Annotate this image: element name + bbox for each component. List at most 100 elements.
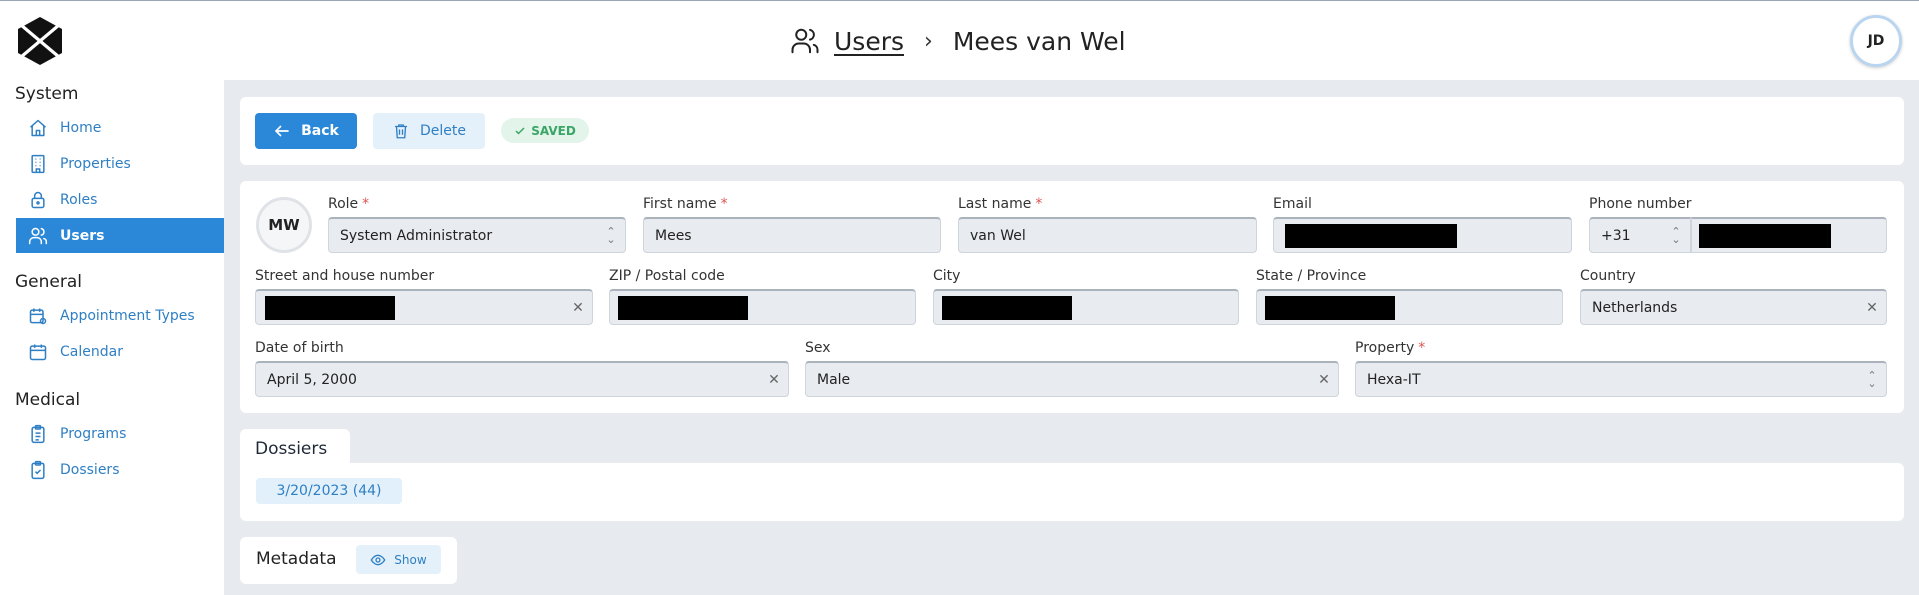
eye-icon [370,554,386,565]
property-value: Hexa-IT [1367,371,1421,388]
sidebar-item-label: Programs [60,425,127,442]
lock-icon [31,191,45,208]
role-value: System Administrator [340,227,493,244]
clear-icon[interactable]: ✕ [1310,372,1338,388]
sidebar-item-label: Properties [60,155,131,172]
user-form-avatar[interactable]: MW [256,197,312,253]
trash-icon [395,124,407,139]
property-select[interactable]: Hexa-IT ⌃ ⌄ [1355,361,1887,397]
metadata-title: Metadata [256,549,337,569]
redacted-zip [618,295,748,320]
sidebar-item-properties[interactable]: Properties [16,146,224,181]
sidebar-item-users[interactable]: Users [16,218,224,253]
dob-label: Date of birth [255,340,344,356]
clear-icon[interactable]: ✕ [760,372,788,388]
check-icon [515,126,525,135]
sidebar-item-dossiers[interactable]: Dossiers [16,452,224,487]
last-name-input[interactable]: van Wel [958,217,1257,253]
street-input[interactable]: ✕ [255,289,593,325]
first-name-label: First name * [643,196,728,212]
user-avatar[interactable]: JD [1850,15,1902,67]
last-name-label: Last name * [958,196,1043,212]
sidebar-item-label: Appointment Types [60,307,195,324]
app-logo[interactable] [18,17,62,65]
calendar-gear-icon [29,308,47,324]
delete-button[interactable]: Delete [373,113,485,149]
delete-button-label: Delete [420,123,466,139]
sidebar-item-appointment-types[interactable]: Appointment Types [16,298,224,333]
breadcrumb-separator: › [924,28,933,54]
breadcrumb-users-link[interactable]: Users [834,27,904,56]
sidebar-item-calendar[interactable]: Calendar [16,334,224,369]
saved-status-badge: SAVED [501,118,589,143]
role-label: Role * [328,196,370,212]
city-label: City [933,268,961,284]
redacted-state [1265,295,1395,320]
phone-country-code-value: +31 [1601,227,1631,244]
sidebar-item-label: Users [60,227,105,244]
select-arrows-icon: ⌃ ⌄ [606,224,616,246]
dob-value: April 5, 2000 [267,371,357,388]
sex-label: Sex [805,340,831,356]
country-select[interactable]: Netherlands ✕ [1580,289,1887,325]
clear-icon[interactable]: ✕ [564,300,592,316]
dossiers-tab[interactable]: Dossiers [240,429,350,465]
phone-country-code-select[interactable]: +31 ⌃ ⌄ [1589,217,1691,253]
sidebar-item-label: Roles [60,191,98,208]
page-title: Mees van Wel [952,26,1126,56]
email-label: Email [1273,196,1312,212]
sidebar-item-label: Calendar [60,343,123,360]
sidebar-heading-general: General [15,272,82,292]
redacted-city [942,295,1072,320]
select-arrows-icon: ⌃ ⌄ [1671,224,1681,246]
sidebar: System Home Properties Roles Users Gener… [0,80,224,595]
redacted-phone-number [1699,223,1831,248]
country-label: Country [1580,268,1636,284]
clear-icon[interactable]: ✕ [1858,300,1886,316]
email-input[interactable] [1273,217,1572,253]
clipboard-check-icon [31,460,45,479]
redacted-email [1285,223,1457,248]
phone-number-label: Phone number [1589,196,1692,212]
back-button-label: Back [301,123,339,139]
dossier-item[interactable]: 3/20/2023 (44) [256,478,402,504]
toolbar-card [240,97,1904,165]
metadata-show-button[interactable]: Show [356,545,441,574]
top-bar: Users › Mees van Wel JD [0,0,1919,80]
dossiers-card [240,463,1904,521]
dob-input[interactable]: April 5, 2000 ✕ [255,361,789,397]
phone-number-input[interactable] [1691,217,1887,253]
users-icon [28,227,48,244]
redacted-street [265,295,395,320]
sidebar-item-programs[interactable]: Programs [16,416,224,451]
sidebar-item-label: Home [60,119,102,136]
sidebar-item-roles[interactable]: Roles [16,182,224,217]
back-button[interactable]: Back [255,113,357,149]
arrow-left-icon [274,125,289,137]
sidebar-heading-system: System [15,84,79,104]
zip-input[interactable] [609,289,916,325]
saved-status-label: SAVED [531,123,576,138]
role-select[interactable]: System Administrator ⌃ ⌄ [328,217,626,253]
sidebar-item-home[interactable]: Home [16,110,224,145]
first-name-value: Mees [655,227,692,244]
sex-value: Male [817,371,851,388]
breadcrumb: Users › Mees van Wel [790,23,1126,59]
zip-label: ZIP / Postal code [609,268,725,284]
property-label: Property * [1355,340,1426,356]
country-value: Netherlands [1592,299,1678,316]
home-icon [30,119,46,136]
select-arrows-icon: ⌃ ⌄ [1867,368,1877,390]
street-label: Street and house number [255,268,435,284]
state-label: State / Province [1256,268,1367,284]
sex-select[interactable]: Male ✕ [805,361,1339,397]
sidebar-heading-medical: Medical [15,390,81,410]
last-name-value: van Wel [970,227,1026,244]
calendar-icon [29,344,47,360]
state-input[interactable] [1256,289,1563,325]
users-icon [791,28,819,54]
first-name-input[interactable]: Mees [643,217,941,253]
sidebar-item-label: Dossiers [60,461,120,478]
metadata-show-label: Show [394,552,427,567]
city-input[interactable] [933,289,1239,325]
